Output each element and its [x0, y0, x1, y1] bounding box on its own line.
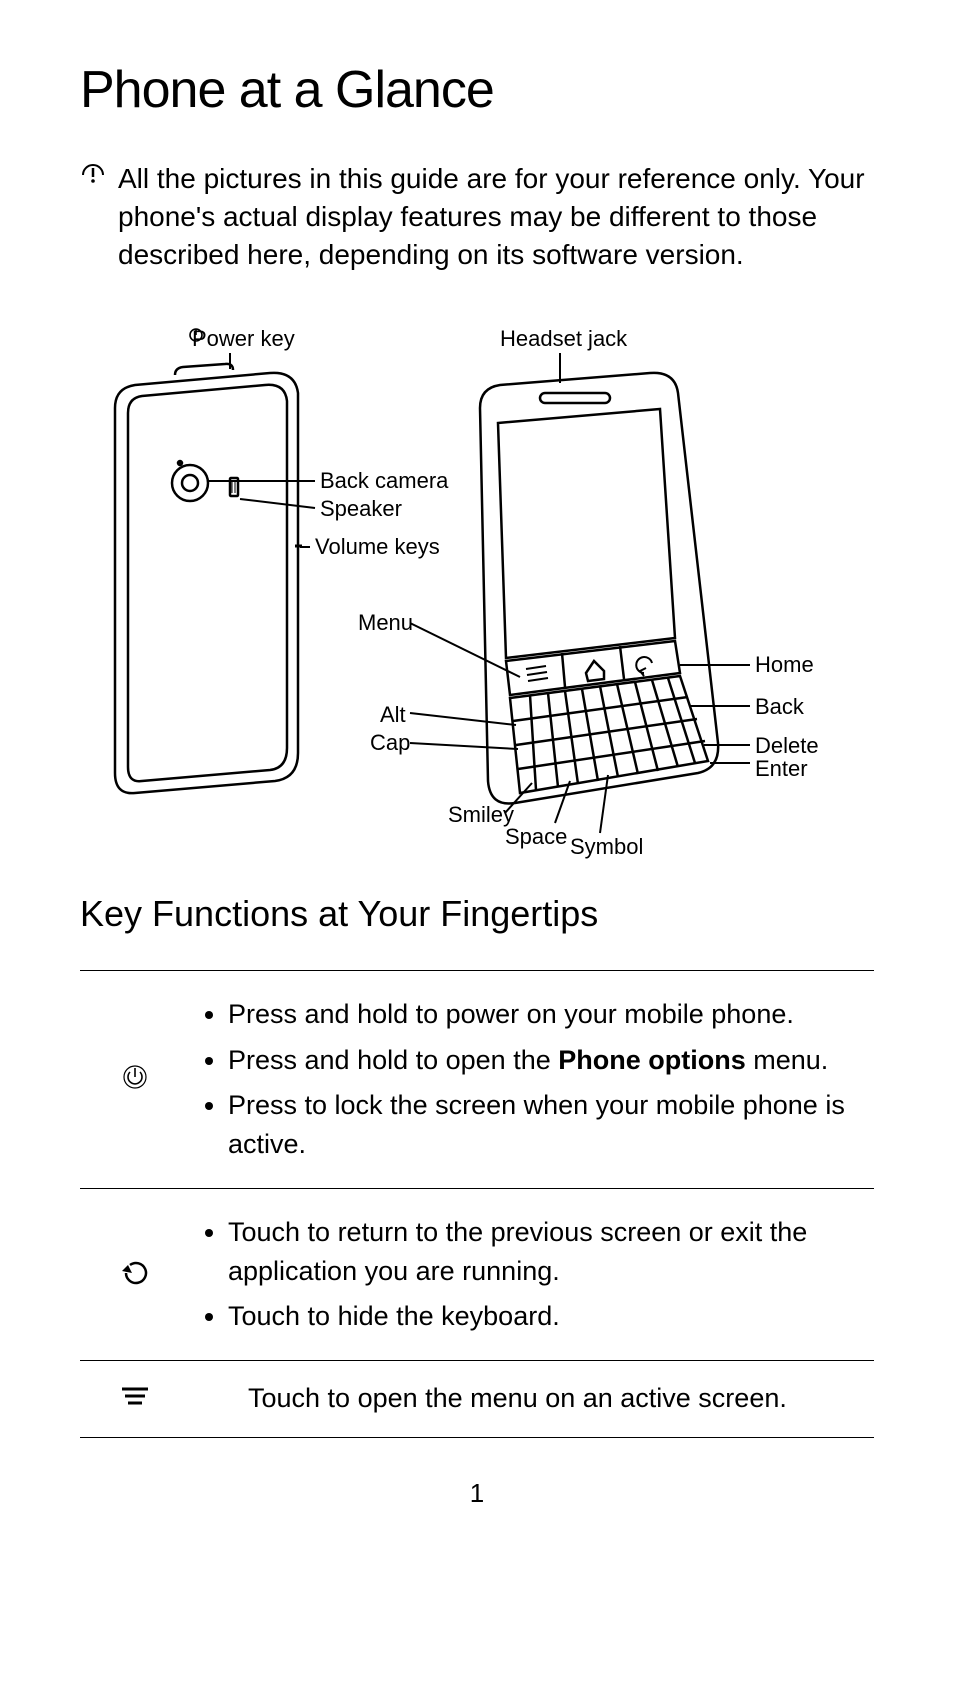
phone-diagram: Power key Headset jack Back camera Speak…: [80, 313, 874, 873]
notice-block: All the pictures in this guide are for y…: [80, 160, 874, 273]
table-row: Press and hold to power on your mobile p…: [80, 971, 874, 1189]
label-back-camera: Back camera: [320, 469, 448, 493]
bullet-text: Press to lock the screen when your mobil…: [228, 1086, 864, 1164]
key-functions-table: Press and hold to power on your mobile p…: [80, 970, 874, 1437]
bullet-text: Touch to return to the previous screen o…: [228, 1213, 864, 1291]
page-number: 1: [80, 1478, 874, 1509]
alert-icon: [80, 162, 106, 193]
label-home: Home: [755, 653, 814, 677]
label-headset-jack: Headset jack: [500, 327, 627, 351]
label-cap: Cap: [370, 731, 410, 755]
label-delete: Delete: [755, 734, 819, 758]
description-text: Touch to open the menu on an active scre…: [200, 1379, 864, 1418]
table-row: Touch to return to the previous screen o…: [80, 1188, 874, 1360]
bullet-text: Press and hold to power on your mobile p…: [228, 995, 864, 1034]
menu-icon: [120, 1394, 150, 1411]
notice-text: All the pictures in this guide are for y…: [118, 160, 874, 273]
table-row: Touch to open the menu on an active scre…: [80, 1361, 874, 1437]
label-back: Back: [755, 695, 804, 719]
back-icon: [118, 1274, 152, 1291]
page-title: Phone at a Glance: [80, 60, 874, 120]
label-alt: Alt: [380, 703, 406, 727]
bullet-text: Touch to hide the keyboard.: [228, 1297, 864, 1336]
label-enter: Enter: [755, 757, 808, 781]
label-speaker: Speaker: [320, 497, 402, 521]
label-menu: Menu: [358, 611, 413, 635]
label-space: Space: [505, 825, 567, 849]
power-icon: [121, 1078, 149, 1095]
section-title: Key Functions at Your Fingertips: [80, 893, 874, 935]
bullet-text: Press and hold to open the Phone options…: [228, 1041, 864, 1080]
label-volume-keys: Volume keys: [315, 535, 440, 559]
label-power-key: Power key: [188, 327, 295, 351]
label-symbol: Symbol: [570, 835, 643, 859]
